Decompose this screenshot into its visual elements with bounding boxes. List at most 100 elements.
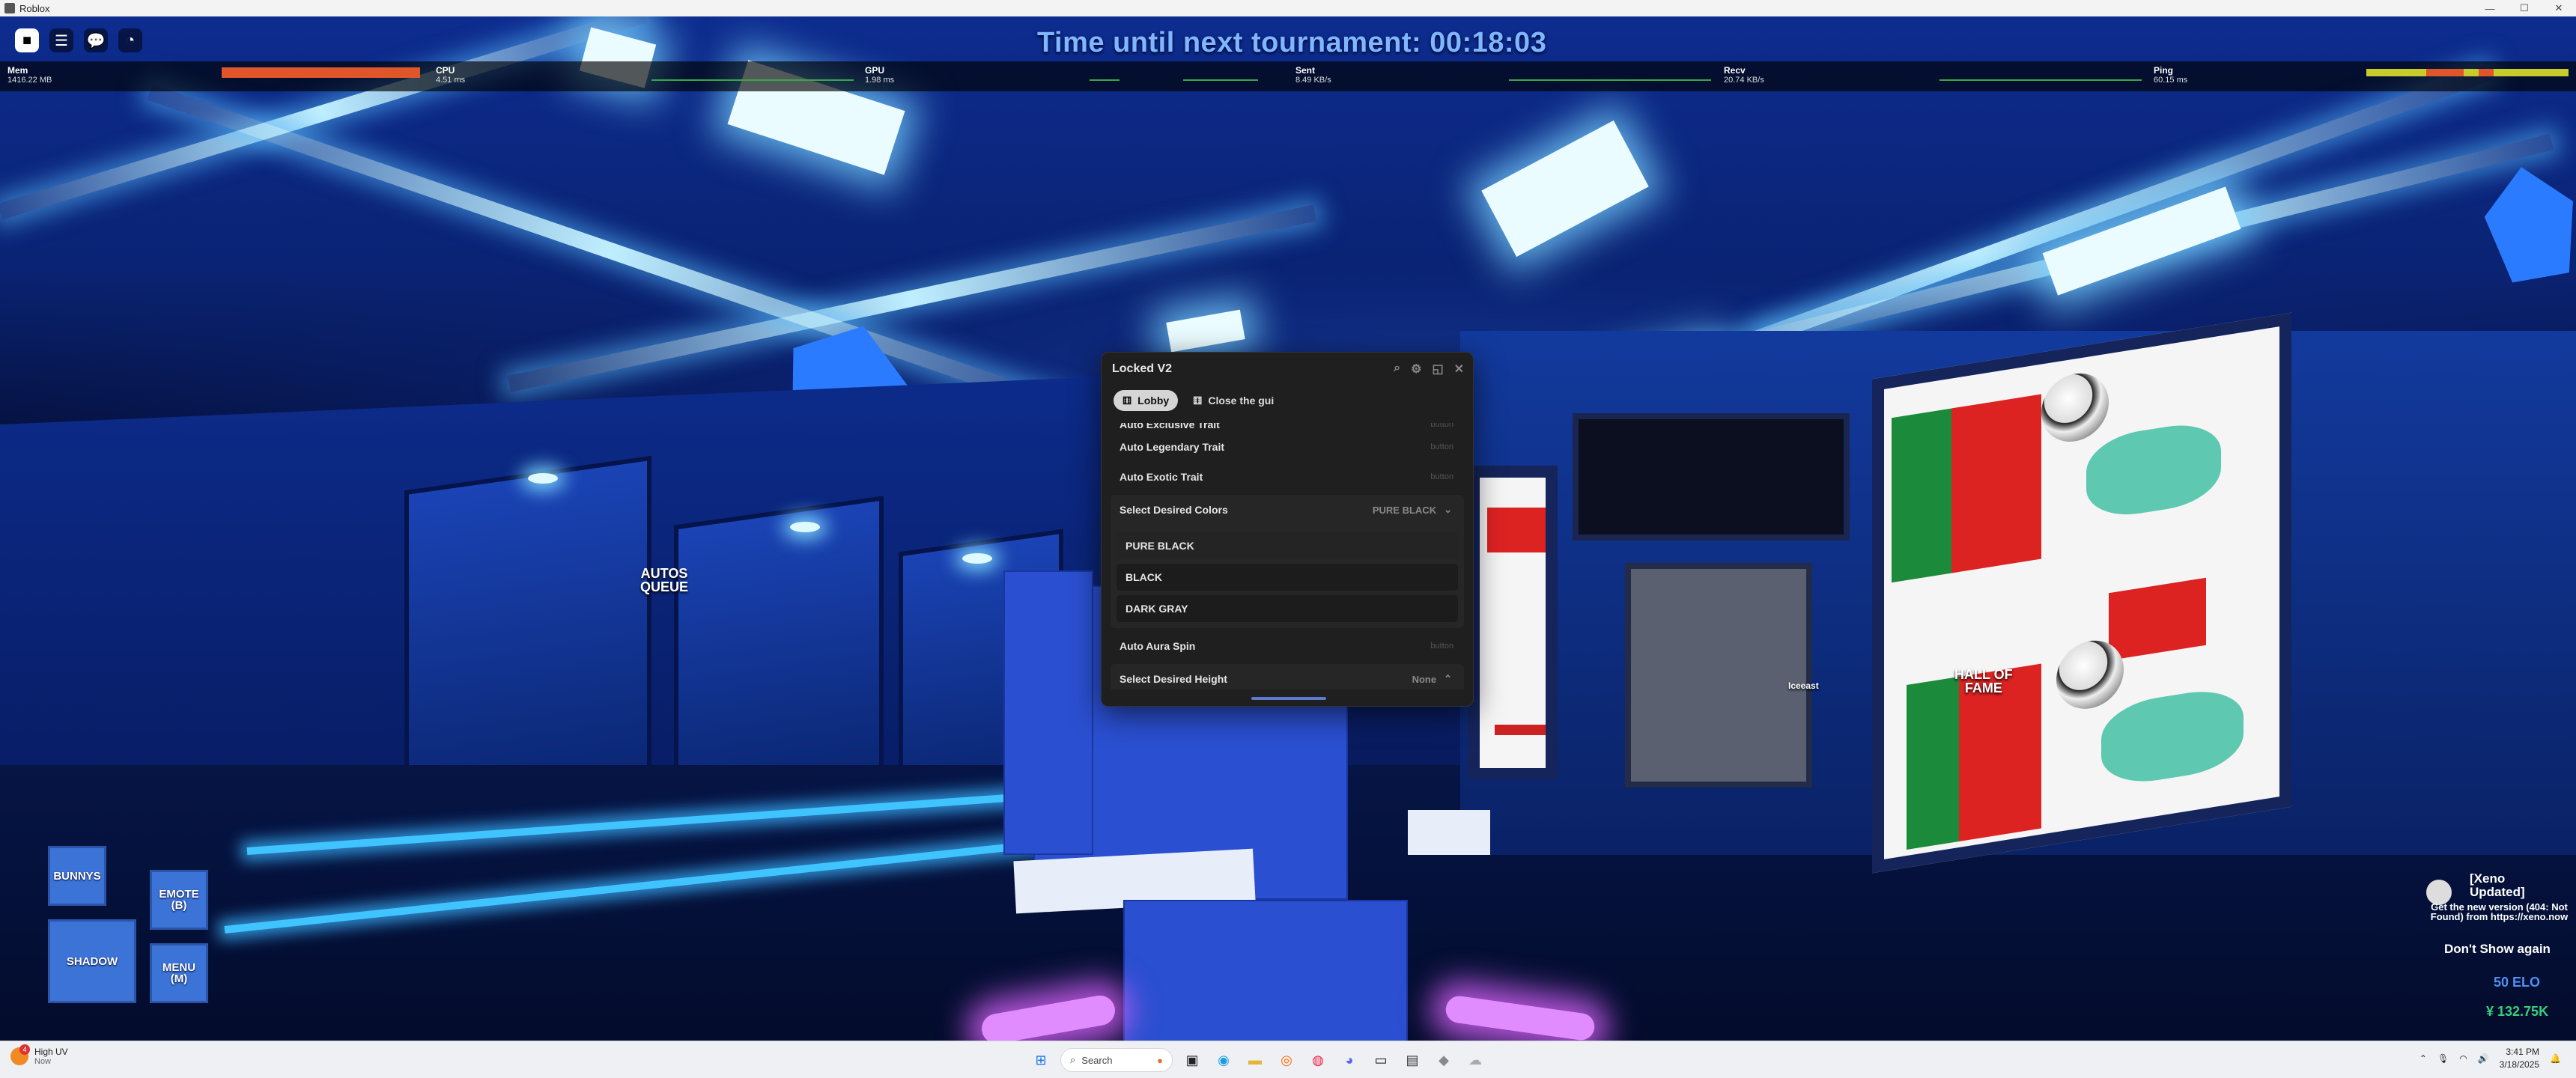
stat-sent: Sent 8.49 KB/s: [1295, 65, 1331, 85]
volume-icon[interactable]: 🔊: [2478, 1053, 2489, 1064]
color-options-list: PURE BLACK BLACK DARK GRAY: [1111, 525, 1464, 628]
tab-close-gui[interactable]: ⚅ Close the gui: [1184, 390, 1283, 411]
locked-v2-panel[interactable]: Locked V2 ⌕ ⚙ ◱ ✕ ⚅ Lobby ⚅ Close the gu…: [1101, 352, 1474, 707]
hall-of-fame-sign: HALL OF FAME: [1954, 667, 2013, 695]
notifications-icon[interactable]: 🔔: [2550, 1053, 2561, 1064]
player-nametag: Iceeast: [1788, 680, 1819, 691]
roblox-app-icon: [4, 3, 15, 13]
auto-exclusive-trait-button[interactable]: Auto Exclusive Trait button: [1111, 423, 1464, 432]
button-hint: button: [1430, 442, 1453, 451]
discord-icon[interactable]: ◕: [1337, 1048, 1361, 1072]
button-hint: button: [1430, 423, 1453, 429]
performance-stats-bar: Mem 1416.22 MB CPU 4.51 ms GPU 1.98 ms Sent…: [0, 61, 2576, 91]
xeno-title: [Xeno Updated]: [2470, 871, 2525, 899]
weather-widget[interactable]: 4 High UV Now: [10, 1044, 68, 1066]
spotlight: [962, 553, 992, 564]
file-explorer-icon[interactable]: ▬: [1243, 1048, 1267, 1072]
gpu-graph: [1090, 73, 1120, 83]
spotlight: [528, 473, 558, 484]
dont-show-again-button[interactable]: Don't Show again: [2444, 942, 2551, 957]
ping-bar: [2366, 69, 2569, 76]
weather-title: High UV: [34, 1047, 68, 1057]
search-icon[interactable]: ⌕: [1394, 362, 1400, 377]
stat-mem: Mem 1416.22 MB: [7, 65, 52, 85]
system-tray: ⌃ 🎙 ◠ 🔊 3:41 PM 3/18/2025 🔔: [2419, 1046, 2561, 1071]
wifi-icon[interactable]: ◠: [2459, 1053, 2467, 1064]
player-sleeve-cuff: [1408, 810, 1490, 855]
minimize-button[interactable]: —: [2473, 0, 2507, 16]
select-colors-dropdown[interactable]: Select Desired Colors PURE BLACK ⌄: [1111, 495, 1464, 525]
menu-button[interactable]: MENU (M): [150, 943, 208, 1003]
auto-exotic-trait-button[interactable]: Auto Exotic Trait button: [1111, 462, 1464, 492]
hall-of-fame-poster: [1872, 312, 2291, 874]
stat-recv: Recv 20.74 KB/s: [1724, 65, 1764, 85]
menu-icon[interactable]: ☰: [49, 28, 73, 52]
close-gui-tab-icon: ⚅: [1193, 394, 1203, 406]
firefox-icon[interactable]: ◎: [1275, 1048, 1298, 1072]
option-pure-black[interactable]: PURE BLACK: [1117, 532, 1458, 559]
chevron-up-icon: ⌃: [1444, 673, 1452, 684]
auto-legendary-trait-button[interactable]: Auto Legendary Trait button: [1111, 432, 1464, 462]
xeno-message: Get the new version (404: Not Found) fro…: [2430, 901, 2569, 922]
select-height-dropdown[interactable]: Select Desired Height None ⌃: [1111, 664, 1464, 689]
gpu-graph: [1183, 73, 1258, 83]
chat-icon[interactable]: 💬: [84, 28, 108, 52]
bunnys-button[interactable]: BUNNYS: [48, 846, 106, 906]
spotlight: [790, 522, 820, 532]
chrome-icon[interactable]: ◍: [1306, 1048, 1330, 1072]
start-icon[interactable]: ⊞: [1029, 1048, 1053, 1072]
panel-header[interactable]: Locked V2 ⌕ ⚙ ◱ ✕: [1102, 353, 1473, 386]
edge-icon[interactable]: ◉: [1212, 1048, 1236, 1072]
chevron-up-icon[interactable]: ⌃: [2419, 1053, 2427, 1064]
window-titlebar: Roblox — ☐ ✕: [0, 0, 2576, 16]
performance-icon[interactable]: ◔: [118, 28, 142, 52]
app-icon[interactable]: ▤: [1400, 1048, 1424, 1072]
task-view-icon[interactable]: ▣: [1180, 1048, 1204, 1072]
scroll-indicator[interactable]: [1251, 697, 1326, 700]
taskbar-apps: ⊞ ⌕ Search ● ▣ ◉ ▬ ◎ ◍ ◕ ▭ ▤ ◆ ☁: [1029, 1048, 1487, 1072]
close-icon[interactable]: ✕: [1454, 362, 1464, 377]
recv-graph: [1939, 73, 2142, 83]
windows-taskbar: 4 High UV Now ⊞ ⌕ Search ● ▣ ◉ ▬ ◎ ◍ ◕ ▭…: [0, 1041, 2576, 1078]
mem-bar: [222, 67, 420, 78]
emote-button[interactable]: EMOTE (B): [150, 870, 208, 930]
stat-gpu: GPU 1.98 ms: [865, 65, 895, 85]
taskbar-search[interactable]: ⌕ Search ●: [1060, 1048, 1173, 1072]
tab-lobby[interactable]: ⚅ Lobby: [1114, 390, 1179, 411]
stat-cpu: CPU 4.51 ms: [436, 65, 466, 85]
clock[interactable]: 3:41 PM 3/18/2025: [2500, 1046, 2539, 1071]
dropdown-value: PURE BLACK: [1372, 504, 1437, 516]
minimize-icon[interactable]: ◱: [1432, 362, 1443, 377]
option-dark-gray[interactable]: DARK GRAY: [1117, 595, 1458, 622]
settings-icon[interactable]: ⚙: [1411, 362, 1421, 377]
player-arm: [1003, 570, 1093, 855]
search-icon: ⌕: [1070, 1054, 1076, 1065]
close-window-button[interactable]: ✕: [2542, 0, 2576, 16]
stat-ping: Ping 60.15 ms: [2154, 65, 2188, 85]
roblox-icon[interactable]: ■: [15, 28, 39, 52]
dropdown-value: None: [1412, 673, 1437, 685]
cloud-icon[interactable]: ☁: [1463, 1048, 1487, 1072]
maximize-button[interactable]: ☐: [2507, 0, 2542, 16]
shadow-button[interactable]: SHADOW: [48, 919, 136, 1003]
option-black[interactable]: BLACK: [1117, 564, 1458, 591]
roblox-taskbar-icon[interactable]: ◆: [1432, 1048, 1456, 1072]
microphone-icon[interactable]: 🎙: [2437, 1053, 2449, 1064]
roblox-topbar: ■ ☰ 💬 ◔: [15, 28, 142, 52]
lobby-tab-icon: ⚅: [1123, 394, 1132, 406]
sent-graph: [1509, 73, 1711, 83]
player-legs: [1123, 900, 1408, 1041]
cpu-graph: [651, 73, 854, 83]
window-title: Roblox: [19, 2, 50, 14]
terminal-icon[interactable]: ▭: [1369, 1048, 1393, 1072]
doorway: [1625, 563, 1812, 788]
wall-screen: [1573, 413, 1850, 540]
poster-small: [1468, 466, 1558, 780]
autos-queue-sign: AUTOS QUEUE: [640, 566, 689, 594]
panel-content[interactable]: Auto Exclusive Trait button Auto Legenda…: [1111, 423, 1464, 689]
button-hint: button: [1430, 472, 1453, 481]
money-counter: ¥ 132.75K: [2486, 1004, 2549, 1019]
auto-aura-spin-button[interactable]: Auto Aura Spin button: [1111, 631, 1464, 661]
panel-tabs: ⚅ Lobby ⚅ Close the gui: [1102, 386, 1473, 415]
elo-counter: 50 ELO: [2494, 975, 2541, 990]
